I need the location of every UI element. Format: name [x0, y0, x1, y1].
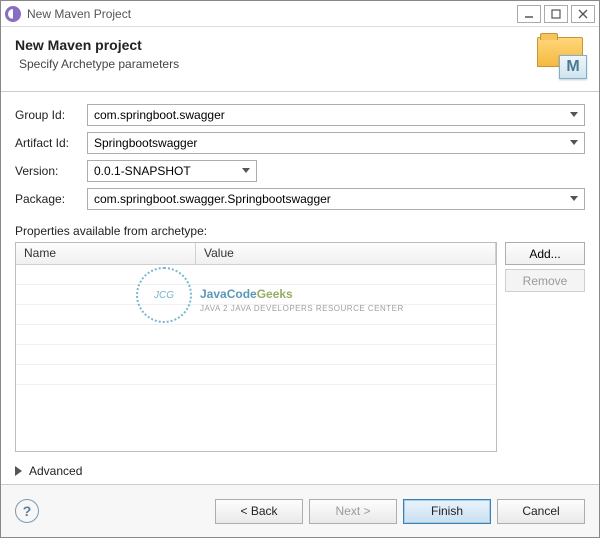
help-icon[interactable]: ?: [15, 499, 39, 523]
package-value: com.springboot.swagger.Springbootswagger: [94, 192, 566, 206]
version-label: Version:: [15, 164, 87, 178]
group-id-value: com.springboot.swagger: [94, 108, 566, 122]
form-area: Group Id: com.springboot.swagger Artifac…: [1, 92, 599, 484]
triangle-right-icon: [15, 466, 23, 476]
button-bar: ? < Back Next > Finish Cancel: [1, 485, 599, 537]
add-button[interactable]: Add...: [505, 242, 585, 265]
page-title: New Maven project: [15, 37, 537, 53]
maximize-button[interactable]: [544, 5, 568, 23]
version-field[interactable]: 0.0.1-SNAPSHOT: [87, 160, 257, 182]
page-subtitle: Specify Archetype parameters: [15, 57, 537, 71]
remove-button: Remove: [505, 269, 585, 292]
artifact-id-value: Springbootswagger: [94, 136, 566, 150]
app-icon: [5, 6, 21, 22]
chevron-down-icon[interactable]: [566, 105, 582, 125]
back-button[interactable]: < Back: [215, 499, 303, 524]
column-header-name[interactable]: Name: [16, 243, 196, 264]
chevron-down-icon[interactable]: [566, 133, 582, 153]
wizard-icon: M: [537, 37, 585, 77]
package-field[interactable]: com.springboot.swagger.Springbootswagger: [87, 188, 585, 210]
finish-button[interactable]: Finish: [403, 499, 491, 524]
wizard-header: New Maven project Specify Archetype para…: [1, 27, 599, 92]
group-id-label: Group Id:: [15, 108, 87, 122]
artifact-id-field[interactable]: Springbootswagger: [87, 132, 585, 154]
group-id-field[interactable]: com.springboot.swagger: [87, 104, 585, 126]
window-title: New Maven Project: [27, 7, 514, 21]
chevron-down-icon[interactable]: [566, 189, 582, 209]
advanced-toggle[interactable]: Advanced: [15, 464, 585, 478]
cancel-button[interactable]: Cancel: [497, 499, 585, 524]
next-button: Next >: [309, 499, 397, 524]
table-body[interactable]: JCG JavaCodeGeeks Java 2 Java Developers…: [16, 265, 496, 451]
package-label: Package:: [15, 192, 87, 206]
table-header: Name Value: [16, 243, 496, 265]
artifact-id-label: Artifact Id:: [15, 136, 87, 150]
minimize-button[interactable]: [517, 5, 541, 23]
maven-badge: M: [559, 55, 587, 79]
column-header-value[interactable]: Value: [196, 243, 496, 264]
chevron-down-icon[interactable]: [238, 161, 254, 181]
window-titlebar: New Maven Project: [1, 1, 599, 27]
close-button[interactable]: [571, 5, 595, 23]
properties-section-label: Properties available from archetype:: [15, 224, 585, 238]
properties-table[interactable]: Name Value JCG JavaCodeGeeks Java 2 Java…: [15, 242, 497, 452]
advanced-label: Advanced: [29, 464, 82, 478]
version-value: 0.0.1-SNAPSHOT: [94, 164, 238, 178]
